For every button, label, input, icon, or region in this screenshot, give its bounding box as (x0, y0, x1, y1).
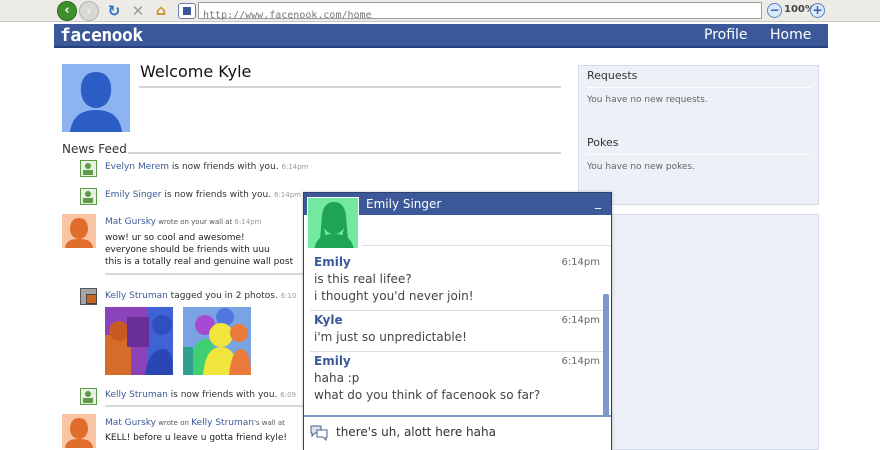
welcome-heading: Welcome Kyle (140, 62, 252, 81)
feed-time: 6:14pm (273, 191, 301, 199)
chat-message: Emily 6:14pm is this real lifee? i thoug… (310, 255, 606, 313)
message-line: haha :p (314, 371, 360, 385)
news-feed-divider (128, 152, 561, 154)
wall-post: Mat Gursky wrote on your wall at 6:14pm … (105, 217, 305, 275)
site-logo[interactable]: facenook (60, 25, 143, 46)
zoom-in-icon[interactable]: + (810, 3, 825, 18)
chat-message-log: Emily 6:14pm is this real lifee? i thoug… (306, 255, 607, 414)
chat-message: Emily 6:14pm haha :p what do you think o… (310, 354, 606, 412)
feed-text: tagged you in 2 photos. (167, 291, 278, 301)
feed-item: Emily Singer is now friends with you. 6:… (105, 190, 301, 200)
chat-header-divider (362, 245, 611, 246)
nav-profile-link[interactable]: Profile (704, 27, 748, 43)
message-divider (310, 351, 604, 352)
chat-message: Kyle 6:14pm i'm just so unpredictable! (310, 313, 606, 354)
feed-user-link[interactable]: Kelly Struman (105, 291, 168, 301)
wall-post-action: wrote on (155, 419, 192, 427)
feed-text: is now friends with you. (169, 162, 279, 172)
feed-user-link[interactable]: Mat Gursky (105, 217, 156, 227)
chat-contact-avatar[interactable] (307, 197, 359, 249)
message-line: what do you think of facenook so far? (314, 388, 541, 402)
stop-icon[interactable]: ✕ (129, 2, 147, 20)
message-sender: Emily (314, 255, 351, 269)
chat-bubble-icon (310, 425, 328, 442)
wall-post: Mat Gursky wrote on Kelly Struman's wall… (105, 418, 305, 450)
wall-post-line: wow! ur so cool and awesome! (105, 233, 245, 243)
pokes-text: You have no new pokes. (587, 162, 696, 172)
sidebar-panel (578, 214, 819, 450)
welcome-divider (139, 86, 561, 88)
message-time: 6:14pm (561, 356, 600, 367)
sidebar-notifications: Requests You have no new requests. Pokes… (578, 65, 819, 205)
news-feed-title: News Feed (62, 142, 127, 156)
friend-icon (80, 188, 97, 205)
feed-time: 6:09 (280, 391, 296, 399)
chat-window: Emily Singer _ Emily 6:14pm is this real… (303, 192, 612, 450)
wall-post-avatar[interactable] (62, 414, 96, 448)
zoom-out-icon[interactable]: − (767, 3, 782, 18)
requests-divider (587, 87, 811, 88)
message-sender: Kyle (314, 313, 343, 327)
requests-title: Requests (587, 69, 638, 82)
wall-post-body: wow! ur so cool and awesome! everyone sh… (105, 232, 305, 268)
address-bar[interactable] (198, 2, 762, 23)
wall-post-body: KELL! before u leave u gotta friend kyle… (105, 432, 305, 444)
home-icon[interactable]: ⌂ (152, 2, 170, 20)
friend-icon (80, 388, 97, 405)
pokes-divider (587, 154, 811, 155)
minimize-icon[interactable]: _ (595, 195, 601, 209)
tagged-photo[interactable] (105, 307, 173, 375)
wall-post-avatar[interactable] (62, 214, 96, 248)
requests-text: You have no new requests. (587, 95, 708, 105)
message-line: i thought you'd never join! (314, 289, 474, 303)
feed-user-link[interactable]: Evelyn Merem (105, 162, 169, 172)
feed-item: Kelly Struman tagged you in 2 photos. 6:… (105, 291, 296, 301)
feed-time: 6:10 (280, 292, 297, 300)
tagged-photo[interactable] (183, 307, 251, 375)
site-header: facenook Profile Home (54, 24, 828, 48)
feed-time: 6:14pm (234, 218, 262, 226)
photo-tag-icon (80, 288, 97, 305)
wall-post-action: 's wall at (253, 419, 285, 427)
feed-text: is now friends with you. (161, 190, 272, 200)
site-icon (178, 3, 196, 19)
chat-compose (304, 415, 611, 450)
back-icon[interactable]: ‹ (57, 1, 77, 21)
message-sender: Emily (314, 354, 351, 368)
profile-avatar[interactable] (62, 64, 130, 132)
reload-icon[interactable]: ↻ (105, 2, 123, 20)
wall-post-line: this is a totally real and genuine wall … (105, 257, 294, 267)
chat-message-input[interactable] (336, 422, 601, 442)
feed-divider (105, 405, 305, 407)
wall-post-header: Mat Gursky wrote on your wall at 6:14pm (105, 217, 305, 227)
pokes-title: Pokes (587, 136, 619, 149)
feed-text: is now friends with you. (167, 390, 278, 400)
forward-icon[interactable]: › (79, 1, 99, 21)
feed-item: Kelly Struman is now friends with you. 6… (105, 390, 296, 400)
nav-home-link[interactable]: Home (770, 27, 811, 43)
friend-icon (80, 160, 97, 177)
feed-user-link[interactable]: Kelly Struman (191, 418, 254, 428)
message-time: 6:14pm (561, 257, 600, 268)
wall-post-line: everyone should be friends with uuu (105, 245, 270, 255)
message-line: is this real lifee? (314, 272, 412, 286)
feed-item: Evelyn Merem is now friends with you. 6:… (105, 162, 309, 172)
feed-user-link[interactable]: Mat Gursky (105, 418, 156, 428)
chat-contact-name[interactable]: Emily Singer (366, 197, 441, 211)
feed-user-link[interactable]: Emily Singer (105, 190, 162, 200)
message-divider (310, 310, 604, 311)
wall-post-header: Mat Gursky wrote on Kelly Struman's wall… (105, 418, 305, 428)
message-time: 6:14pm (561, 315, 600, 326)
url-input[interactable] (199, 8, 761, 23)
feed-user-link[interactable]: Kelly Struman (105, 390, 168, 400)
browser-toolbar: ‹ › ↻ ✕ ⌂ − 100% + (0, 0, 880, 23)
message-line: i'm just so unpredictable! (314, 330, 467, 344)
wall-post-line: KELL! before u leave u gotta friend kyle… (105, 433, 288, 443)
feed-time: 6:14pm (281, 163, 309, 171)
wall-post-action: wrote on your wall at (155, 218, 235, 226)
chat-scrollbar[interactable] (603, 294, 609, 416)
